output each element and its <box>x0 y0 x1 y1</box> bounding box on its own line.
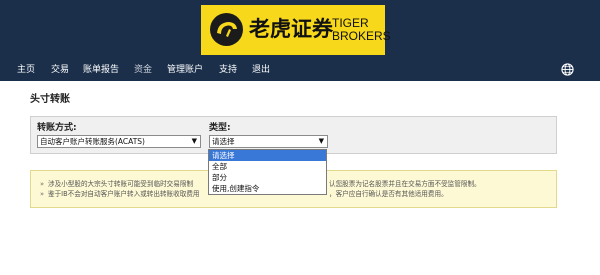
type-dropdown-list: 请选择 全部 部分 使用,创建指令 <box>208 149 327 195</box>
type-label: 类型: <box>209 123 231 133</box>
nav-manage-account[interactable]: 管理账户 <box>167 62 203 78</box>
tiger-brokers-logo[interactable]: 老虎证券 TIGER BROKERS <box>201 5 391 55</box>
main-nav: 主页 交易 账单报告 资金 管理账户 支持 退出 <box>0 62 600 78</box>
logo-english-line2: BROKERS <box>332 29 391 43</box>
dropdown-option-all[interactable]: 全部 <box>209 161 326 172</box>
notice-line-1-right: 认您股票为记名股票并且在交易方面不受监管限制。 <box>329 180 481 188</box>
top-header: 老虎证券 TIGER BROKERS 主页 交易 账单报告 资金 管理账户 支持… <box>0 0 600 81</box>
nav-funds[interactable]: 资金 <box>134 62 152 78</box>
notice-line-2-right: ，客户应自行确认是否有其他适用费用。 <box>329 190 448 198</box>
notice-line-1: » 涉及小型股的大宗头寸转账可能受到临时交易限制 <box>40 180 193 189</box>
tiger-logo-icon <box>210 13 243 46</box>
transfer-method-label: 转账方式: <box>37 123 77 133</box>
chevron-down-icon: ▼ <box>191 137 197 145</box>
notice-line-2: » 鉴于IB不会对自动客户账户转入或转出转账收取费用 <box>40 190 200 199</box>
notice-line-2-left: 鉴于IB不会对自动客户账户转入或转出转账收取费用 <box>48 190 200 198</box>
dropdown-option-partial[interactable]: 部分 <box>209 172 326 183</box>
transfer-method-value: 自动客户账户转账服务(ACATS) <box>40 137 145 146</box>
dropdown-option-please-select[interactable]: 请选择 <box>209 150 326 161</box>
bullet-icon: » <box>40 180 45 188</box>
nav-logout[interactable]: 退出 <box>252 62 270 78</box>
type-value: 请选择 <box>212 137 235 146</box>
logo-chinese-text: 老虎证券 <box>249 17 333 41</box>
globe-icon[interactable] <box>561 63 574 76</box>
nav-trade[interactable]: 交易 <box>51 62 69 78</box>
dropdown-option-use-create-instruction[interactable]: 使用,创建指令 <box>209 183 326 194</box>
nav-home[interactable]: 主页 <box>17 62 35 78</box>
chevron-down-icon: ▼ <box>318 137 324 145</box>
notice-line-1-left: 涉及小型股的大宗头寸转账可能受到临时交易限制 <box>48 180 194 188</box>
nav-support[interactable]: 支持 <box>219 62 237 78</box>
page-title: 头寸转账 <box>30 94 70 105</box>
type-select[interactable]: 请选择 ▼ <box>209 135 328 148</box>
bullet-icon: » <box>40 190 45 198</box>
transfer-method-select[interactable]: 自动客户账户转账服务(ACATS) ▼ <box>37 135 201 148</box>
nav-reports[interactable]: 账单报告 <box>83 62 119 78</box>
